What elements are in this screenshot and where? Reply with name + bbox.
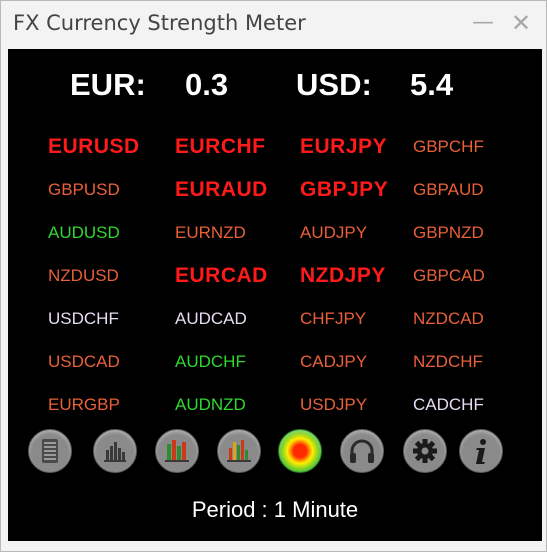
pair-nzdcad[interactable]: NZDCAD — [413, 309, 484, 329]
pair-gbpnzd[interactable]: GBPNZD — [413, 223, 484, 243]
pair-usdjpy[interactable]: USDJPY — [300, 395, 367, 415]
title-bar: FX Currency Strength Meter — ✕ — [1, 1, 546, 47]
pair-gbpaud[interactable]: GBPAUD — [413, 180, 484, 200]
pair-audchf[interactable]: AUDCHF — [175, 352, 246, 372]
pair-audnzd[interactable]: AUDNZD — [175, 395, 246, 415]
pair-audusd[interactable]: AUDUSD — [48, 223, 120, 243]
pair-cadchf[interactable]: CADCHF — [413, 395, 484, 415]
period-label: Period : 1 Minute — [191, 497, 359, 522]
pair-gbpusd[interactable]: GBPUSD — [48, 180, 120, 200]
pair-chfjpy[interactable]: CHFJPY — [300, 309, 366, 329]
pair-audjpy[interactable]: AUDJPY — [300, 223, 367, 243]
pair-nzdchf[interactable]: NZDCHF — [413, 352, 483, 372]
quote-currency-label: USD: — [296, 67, 372, 102]
pair-cadjpy[interactable]: CADJPY — [300, 352, 367, 372]
list-icon[interactable] — [28, 429, 72, 473]
colored-bar-chart-icon[interactable] — [217, 429, 261, 473]
close-button[interactable]: ✕ — [507, 9, 535, 37]
pair-nzdjpy[interactable]: NZDJPY — [300, 264, 386, 288]
pair-audcad[interactable]: AUDCAD — [175, 309, 247, 329]
bar-chart-icon[interactable] — [93, 429, 137, 473]
pair-gbpchf[interactable]: GBPCHF — [413, 137, 484, 157]
pair-eurchf[interactable]: EURCHF — [175, 135, 266, 159]
pair-eurusd[interactable]: EURUSD — [48, 135, 140, 159]
minimize-button[interactable]: — — [469, 9, 497, 37]
pair-eurjpy[interactable]: EURJPY — [300, 135, 387, 159]
pair-nzdusd[interactable]: NZDUSD — [48, 266, 119, 286]
window-title: FX Currency Strength Meter — [13, 11, 306, 35]
pair-eurgbp[interactable]: EURGBP — [48, 395, 120, 415]
quote-currency-value: 5.4 — [410, 67, 454, 102]
gear-icon[interactable] — [403, 429, 447, 473]
meter-panel: EUR: 0.3 USD: 5.4 EURUSD EURCHF EURJPY GBPC… — [8, 49, 542, 541]
pair-eurcad[interactable]: EURCAD — [175, 264, 268, 288]
pair-gbpcad[interactable]: GBPCAD — [413, 266, 485, 286]
pair-euraud[interactable]: EURAUD — [175, 178, 268, 202]
multi-bar-chart-icon[interactable] — [155, 429, 199, 473]
info-icon[interactable] — [459, 429, 503, 473]
heatmap-icon[interactable] — [278, 429, 322, 473]
pair-usdchf[interactable]: USDCHF — [48, 309, 119, 329]
base-currency-value: 0.3 — [185, 67, 229, 102]
pair-eurnzd[interactable]: EURNZD — [175, 223, 246, 243]
pair-gbpjpy[interactable]: GBPJPY — [300, 178, 388, 202]
pair-usdcad[interactable]: USDCAD — [48, 352, 120, 372]
app-window: FX Currency Strength Meter — ✕ EUR: 0.3 … — [0, 0, 547, 552]
headphones-icon[interactable] — [340, 429, 384, 473]
base-currency-label: EUR: — [70, 67, 146, 102]
